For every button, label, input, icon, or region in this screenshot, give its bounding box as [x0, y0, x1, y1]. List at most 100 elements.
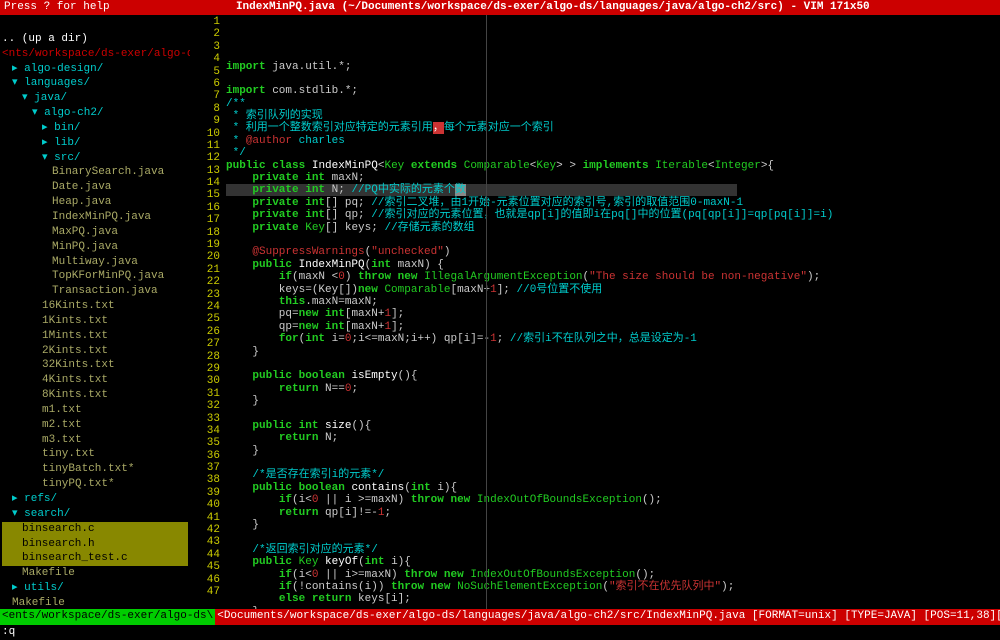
main-area: .. (up a dir)<nts/workspace/ds-exer/algo… [0, 15, 1000, 609]
tree-item[interactable]: bin/ [2, 121, 188, 136]
source-code[interactable]: import java.util.*;import com.stdlib.*;/… [226, 15, 1000, 609]
tree-item[interactable]: 16Kints.txt [2, 299, 188, 314]
code-line[interactable]: public Key keyOf(int i){ [226, 555, 1000, 567]
tree-item[interactable]: .. (up a dir) [2, 32, 188, 47]
code-line[interactable] [226, 456, 1000, 468]
tree-item[interactable]: search/ [2, 507, 188, 522]
code-line[interactable]: qp=new int[maxN+1]; [226, 320, 1000, 332]
code-line[interactable]: /*是否存在索引i的元素*/ [226, 468, 1000, 480]
line-number: 38 [190, 473, 220, 485]
code-line[interactable]: */ [226, 146, 1000, 158]
code-line[interactable]: private int[] qp; //索引对应的元素位置，也就是qp[i]的值… [226, 208, 1000, 220]
tree-item[interactable]: refs/ [2, 492, 188, 507]
tree-item[interactable]: m3.txt [2, 433, 188, 448]
tree-item[interactable]: 32Kints.txt [2, 358, 188, 373]
tree-item[interactable]: binsearch.h [2, 537, 188, 552]
code-line[interactable]: public int size(){ [226, 419, 1000, 431]
tree-item[interactable]: 8Kints.txt [2, 388, 188, 403]
code-line[interactable]: import java.util.*; [226, 60, 1000, 72]
code-line[interactable]: * 索引队列的实现 [226, 109, 1000, 121]
tree-item[interactable]: MaxPQ.java [2, 225, 188, 240]
code-line[interactable]: private Key[] keys; //存储元素的数组 [226, 221, 1000, 233]
tree-item[interactable]: languages/ [2, 76, 188, 91]
code-line[interactable]: /** [226, 97, 1000, 109]
tree-item[interactable]: IndexMinPQ.java [2, 210, 188, 225]
tree-item[interactable]: src/ [2, 151, 188, 166]
editor-pane[interactable]: 1234567891011121314151617181920212223242… [190, 15, 1000, 609]
tree-item[interactable]: tiny.txt [2, 447, 188, 462]
tree-item[interactable]: 4Kints.txt [2, 373, 188, 388]
tree-item[interactable]: Date.java [2, 180, 188, 195]
tree-item[interactable]: 1Mints.txt [2, 329, 188, 344]
code-line[interactable]: @SuppressWarnings("unchecked") [226, 245, 1000, 257]
code-line[interactable]: } [226, 394, 1000, 406]
tree-item[interactable]: Heap.java [2, 195, 188, 210]
code-line[interactable] [226, 357, 1000, 369]
line-number: 42 [190, 523, 220, 535]
tree-item[interactable]: tinyBatch.txt* [2, 462, 188, 477]
code-line[interactable]: return qp[i]!=-1; [226, 506, 1000, 518]
tree-item[interactable]: binsearch_test.c [2, 551, 188, 566]
code-line[interactable]: for(int i=0;i<=maxN;i++) qp[i]=-1; //索引i… [226, 332, 1000, 344]
tree-item[interactable]: Makefile [2, 566, 188, 581]
code-line[interactable]: public boolean contains(int i){ [226, 481, 1000, 493]
code-line[interactable] [226, 530, 1000, 542]
line-number: 10 [190, 127, 220, 139]
code-line[interactable]: * @author charles [226, 134, 1000, 146]
code-line[interactable]: if(maxN <0) throw new IllegalArgumentExc… [226, 270, 1000, 282]
code-line[interactable]: * 利用一个整数索引对应特定的元素引用，每个元素对应一个索引 [226, 121, 1000, 133]
code-line[interactable]: public boolean isEmpty(){ [226, 369, 1000, 381]
tree-item[interactable]: algo-design/ [2, 62, 188, 77]
code-line[interactable]: } [226, 345, 1000, 357]
code-line[interactable]: return N==0; [226, 382, 1000, 394]
tree-item[interactable]: java/ [2, 91, 188, 106]
code-line[interactable]: } [226, 518, 1000, 530]
line-number: 12 [190, 151, 220, 163]
code-line[interactable]: } [226, 444, 1000, 456]
line-number: 36 [190, 449, 220, 461]
line-number: 39 [190, 486, 220, 498]
line-number: 32 [190, 399, 220, 411]
tree-item[interactable]: 2Kints.txt [2, 344, 188, 359]
code-line[interactable]: return N; [226, 431, 1000, 443]
command-line[interactable]: :q [0, 625, 1000, 639]
code-line[interactable]: keys=(Key[])new Comparable[maxN+1]; //0号… [226, 283, 1000, 295]
file-tree[interactable]: .. (up a dir)<nts/workspace/ds-exer/algo… [0, 15, 190, 609]
code-line[interactable]: public class IndexMinPQ<Key extends Comp… [226, 159, 1000, 171]
code-line[interactable]: this.maxN=maxN; [226, 295, 1000, 307]
code-line[interactable] [226, 233, 1000, 245]
tree-item[interactable]: MinPQ.java [2, 240, 188, 255]
tree-item[interactable]: <nts/workspace/ds-exer/algo-ds/ [2, 47, 188, 62]
tree-item[interactable]: Makefile [2, 596, 188, 609]
tree-item[interactable]: lib/ [2, 136, 188, 151]
code-line[interactable] [226, 406, 1000, 418]
code-line[interactable]: if(i<0 || i >=maxN) throw new IndexOutOf… [226, 493, 1000, 505]
code-line[interactable]: /*返回索引对应的元素*/ [226, 543, 1000, 555]
tree-item[interactable]: m1.txt [2, 403, 188, 418]
code-line[interactable]: private int N; //PQ中实际的元素个数 [226, 183, 1000, 195]
tree-item[interactable]: tinyPQ.txt* [2, 477, 188, 492]
tree-item[interactable]: TopKForMinPQ.java [2, 269, 188, 284]
code-line[interactable]: pq=new int[maxN+1]; [226, 307, 1000, 319]
code-line[interactable]: if(!contains(i)) throw new NoSuchElement… [226, 580, 1000, 592]
code-line[interactable]: public IndexMinPQ(int maxN) { [226, 258, 1000, 270]
code-line[interactable]: private int[] pq; //索引二叉堆，由1开始-元素位置对应的索引… [226, 196, 1000, 208]
tree-item[interactable]: utils/ [2, 581, 188, 596]
code-line[interactable]: } [226, 605, 1000, 609]
tree-item[interactable]: m2.txt [2, 418, 188, 433]
help-hint: Press ? for help [4, 0, 110, 15]
code-line[interactable]: import com.stdlib.*; [226, 84, 1000, 96]
code-line[interactable]: if(i<0 || i>=maxN) throw new IndexOutOfB… [226, 568, 1000, 580]
code-line[interactable]: private int maxN; [226, 171, 1000, 183]
tree-item[interactable]: 1Kints.txt [2, 314, 188, 329]
tree-item[interactable]: BinarySearch.java [2, 165, 188, 180]
tree-item[interactable]: binsearch.c [2, 522, 188, 537]
line-number: 24 [190, 300, 220, 312]
code-line[interactable]: else return keys[i]; [226, 592, 1000, 604]
tree-item[interactable]: Multiway.java [2, 255, 188, 270]
tree-item[interactable]: algo-ch2/ [2, 106, 188, 121]
code-line[interactable] [226, 72, 1000, 84]
line-number: 4 [190, 52, 220, 64]
tree-item[interactable]: Transaction.java [2, 284, 188, 299]
line-number: 18 [190, 226, 220, 238]
